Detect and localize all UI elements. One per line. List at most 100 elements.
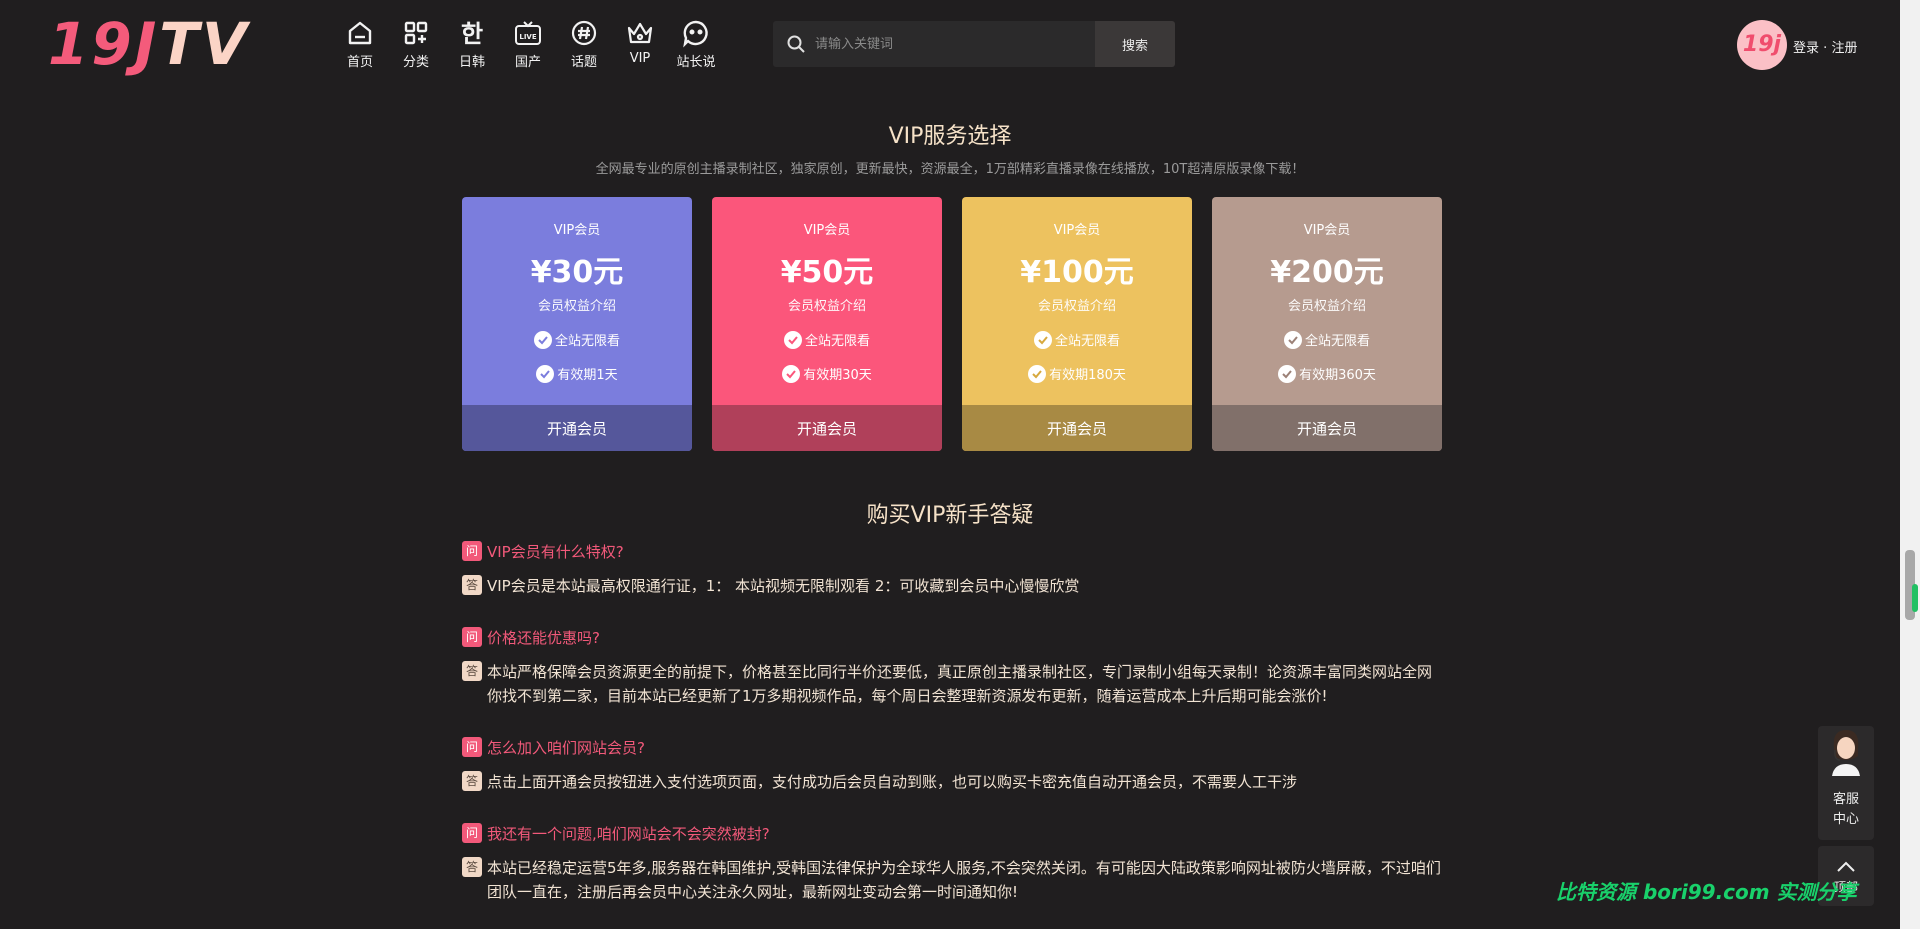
- vip-plan-card: VIP会员 ¥200元 会员权益介绍 全站无限看 有效期360天 开通会员: [1212, 197, 1442, 451]
- vip-plan-card: VIP会员 ¥30元 会员权益介绍 全站无限看 有效期1天 开通会员: [462, 197, 692, 451]
- faq-question: 问 VIP会员有什么特权?: [462, 540, 1442, 564]
- check-circle-icon: [536, 364, 555, 383]
- open-vip-button[interactable]: 开通会员: [962, 405, 1192, 451]
- nav-label: 分类: [402, 55, 429, 70]
- faq-item: 问怎么加入咱们网站会员? 答点击上面开通会员按钮进入支付选项页面，支付成功后会员…: [462, 736, 1442, 794]
- crown-icon: [627, 22, 653, 44]
- check-circle-icon: [1283, 330, 1302, 349]
- nav-label: 日韩: [458, 55, 485, 70]
- faq-title: 购买VIP新手答疑: [866, 503, 1034, 528]
- plan-feature: 全站无限看: [712, 330, 942, 349]
- nav-label: 话题: [570, 55, 597, 70]
- plan-intro: 会员权益介绍: [1287, 299, 1366, 314]
- answer-badge-icon: 答: [462, 771, 482, 791]
- scroll-indicator: [1912, 584, 1918, 612]
- nav-item-category[interactable]: 分类: [388, 18, 444, 70]
- vip-plan-card: VIP会员 ¥50元 会员权益介绍 全站无限看 有效期30天 开通会员: [712, 197, 942, 451]
- nav-item-admin-talk[interactable]: 站长说: [668, 18, 724, 70]
- plan-tag: VIP会员: [1303, 223, 1351, 238]
- faq-question: 问我还有一个问题,咱们网站会不会突然被封?: [462, 822, 1442, 846]
- question-badge-icon: 问: [462, 627, 482, 647]
- plan-feature: 全站无限看: [962, 330, 1192, 349]
- plan-feature: 全站无限看: [1212, 330, 1442, 349]
- search-box: [773, 21, 1095, 67]
- faq-item: 问 VIP会员有什么特权? 答 VIP会员是本站最高权限通行证，1： 本站视频无限制…: [462, 540, 1442, 598]
- faq-answer: 答 VIP会员是本站最高权限通行证，1： 本站视频无限制观看 2：可收藏到会员中心…: [462, 574, 1442, 598]
- search-button[interactable]: 搜索: [1095, 21, 1175, 67]
- kefu-line1: 客服: [1832, 792, 1859, 807]
- faq-list: 问 VIP会员有什么特权? 答 VIP会员是本站最高权限通行证，1： 本站视频无限制…: [462, 540, 1442, 929]
- plan-price: ¥30元: [530, 255, 624, 290]
- faq-answer-text: 点击上面开通会员按钮进入支付选项页面，支付成功后会员自动到账，也可以购买卡密充值…: [487, 773, 1298, 791]
- check-circle-icon: [1028, 364, 1047, 383]
- site-logo[interactable]: 19JTV: [48, 14, 274, 74]
- check-circle-icon: [1033, 330, 1052, 349]
- faq-answer: 答本站已经稳定运营5年多,服务器在韩国维护,受韩国法律保护为全球华人服务,不会突…: [462, 856, 1442, 904]
- nav-item-vip[interactable]: VIP: [612, 18, 668, 70]
- plan-tag: VIP会员: [553, 223, 601, 238]
- site-header: 19JTV 首页 分类 한 日韩 LIVE 国产 话题 VIP 站长说 请输入关…: [0, 0, 1900, 90]
- check-circle-icon: [533, 330, 552, 349]
- question-badge-icon: 问: [462, 823, 482, 843]
- answer-badge-icon: 答: [462, 661, 482, 681]
- avatar[interactable]: 19j: [1737, 20, 1787, 70]
- vip-section-title: VIP服务选择: [888, 124, 1012, 149]
- plan-feature: 有效期180天: [962, 364, 1192, 383]
- live-tv-icon: LIVE: [515, 21, 541, 45]
- nav-item-japan-korea[interactable]: 한 日韩: [444, 18, 500, 70]
- plan-feature: 有效期360天: [1212, 364, 1442, 383]
- answer-badge-icon: 答: [462, 575, 482, 595]
- search-input[interactable]: [815, 21, 1085, 67]
- hashtag-icon: [571, 20, 597, 46]
- nav-label: 站长说: [676, 55, 716, 70]
- auth-separator: ·: [1823, 41, 1828, 56]
- plan-feature-text: 有效期1天: [557, 368, 618, 383]
- svg-text:LIVE: LIVE: [519, 33, 536, 41]
- nav-item-topic[interactable]: 话题: [556, 18, 612, 70]
- page-scrollbar[interactable]: [1900, 0, 1920, 929]
- plan-feature-text: 全站无限看: [1304, 334, 1370, 349]
- plan-price: ¥200元: [1270, 255, 1384, 290]
- nav-label: 首页: [346, 55, 373, 70]
- plan-feature: 全站无限看: [462, 330, 692, 349]
- vip-plans: VIP会员 ¥30元 会员权益介绍 全站无限看 有效期1天 开通会员 VIP会员…: [462, 197, 1442, 451]
- login-link[interactable]: 登录: [1793, 41, 1819, 56]
- chat-bubble-icon: [683, 20, 708, 48]
- grid-icon: [404, 21, 428, 45]
- plan-tag: VIP会员: [803, 223, 851, 238]
- plan-feature: 有效期30天: [712, 364, 942, 383]
- plan-intro: 会员权益介绍: [1037, 299, 1116, 314]
- open-vip-button[interactable]: 开通会员: [462, 405, 692, 451]
- plan-feature-text: 有效期360天: [1299, 368, 1376, 383]
- logo-part2: TV: [159, 10, 250, 78]
- open-vip-button[interactable]: 开通会员: [1212, 405, 1442, 451]
- plan-price: ¥50元: [780, 255, 874, 290]
- check-circle-icon: [783, 330, 802, 349]
- auth-links: 登录 · 注册: [1793, 37, 1857, 56]
- check-circle-icon: [782, 364, 801, 383]
- plan-intro: 会员权益介绍: [537, 299, 616, 314]
- chevron-up-icon: [1837, 861, 1855, 872]
- customer-service-label: 客服 中心: [1818, 790, 1874, 830]
- faq-answer: 答本站严格保障会员资源更全的前提下，价格甚至比同行半价还要低，真正原创主播录制社…: [462, 660, 1442, 708]
- nav-item-domestic[interactable]: LIVE 国产: [500, 18, 556, 70]
- faq-question-text: 价格还能优惠吗?: [487, 629, 600, 647]
- question-badge-icon: 问: [462, 737, 482, 757]
- plan-feature-text: 全站无限看: [804, 334, 870, 349]
- plan-price: ¥100元: [1020, 255, 1134, 290]
- faq-question-text: 我还有一个问题,咱们网站会不会突然被封?: [487, 825, 770, 843]
- faq-question: 问价格还能优惠吗?: [462, 626, 1442, 650]
- agent-avatar-icon: [1832, 730, 1860, 776]
- open-vip-button[interactable]: 开通会员: [712, 405, 942, 451]
- question-badge-icon: 问: [462, 541, 482, 561]
- nav-label: 国产: [514, 55, 541, 70]
- plan-feature-text: 有效期180天: [1049, 368, 1126, 383]
- plan-tag: VIP会员: [1053, 223, 1101, 238]
- svg-text:한: 한: [461, 20, 483, 48]
- faq-item: 问我还有一个问题,咱们网站会不会突然被封? 答本站已经稳定运营5年多,服务器在韩…: [462, 822, 1442, 904]
- register-link[interactable]: 注册: [1831, 41, 1857, 56]
- customer-service-widget[interactable]: 客服 中心: [1818, 726, 1874, 840]
- plan-feature: 有效期1天: [462, 364, 692, 383]
- answer-badge-icon: 答: [462, 857, 482, 877]
- nav-item-home[interactable]: 首页: [332, 18, 388, 70]
